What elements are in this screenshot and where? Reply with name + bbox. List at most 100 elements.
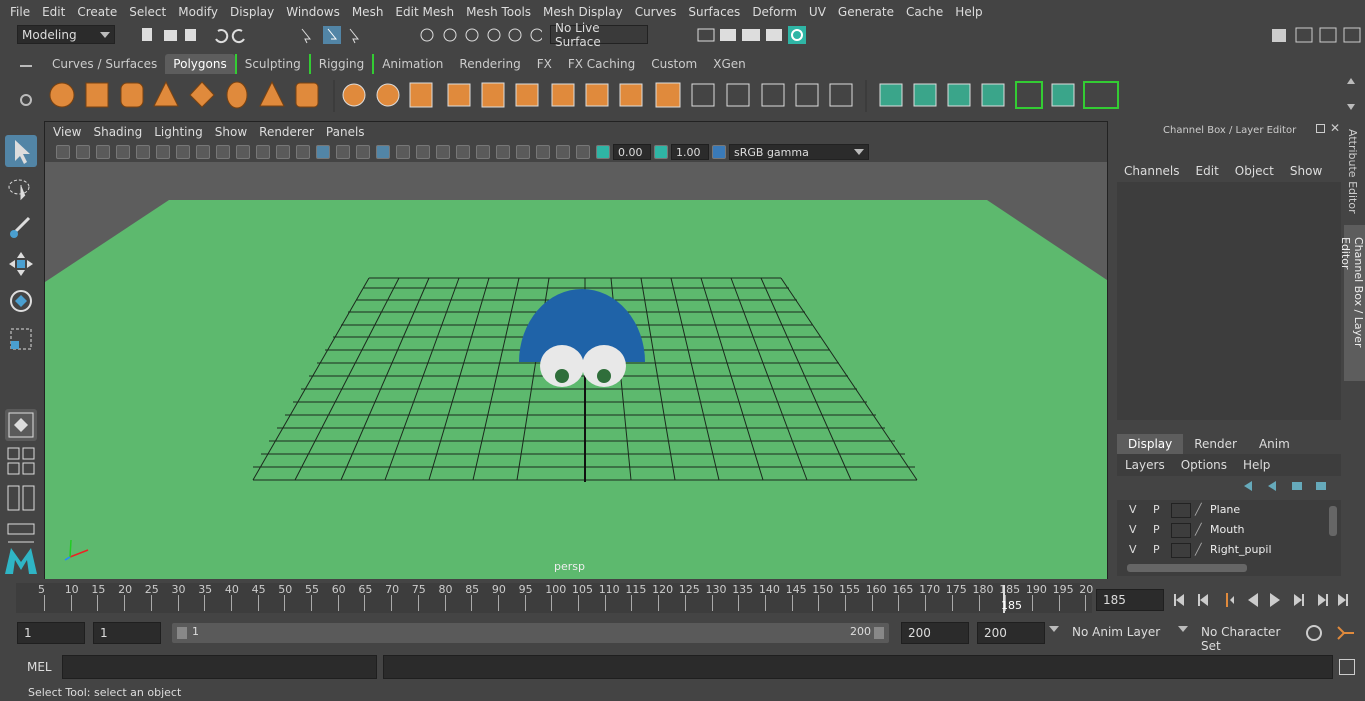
channel-box-tab[interactable]: Channel Box / Layer Editor [1339, 225, 1365, 381]
default-material-icon[interactable] [336, 145, 350, 159]
shadows-icon[interactable] [416, 145, 430, 159]
vp-menu-shading[interactable]: Shading [89, 125, 150, 139]
xray-icon[interactable] [536, 145, 550, 159]
layer-scrollbar[interactable] [1329, 506, 1337, 536]
panel-toggle-icons[interactable] [1270, 26, 1365, 44]
tab-rendering[interactable]: Rendering [451, 54, 528, 74]
layer-color-swatch[interactable] [1171, 543, 1191, 558]
move-tool-button[interactable] [5, 248, 37, 280]
four-view-layout-button[interactable] [5, 445, 37, 477]
viewport-canvas[interactable]: persp [45, 162, 1107, 579]
color-management-icon[interactable] [712, 145, 726, 159]
gate-mask-icon[interactable] [236, 145, 250, 159]
layer-row[interactable]: V P ╱ Right_pupil [1123, 542, 1321, 560]
chevron-down-icon[interactable] [1049, 626, 1059, 632]
menu-edit-mesh[interactable]: Edit Mesh [389, 5, 460, 19]
layer-color-swatch[interactable] [1171, 503, 1191, 518]
gamma-icon[interactable] [654, 145, 668, 159]
image-plane-icon[interactable] [116, 145, 130, 159]
single-layout-button[interactable] [5, 409, 37, 441]
layer-action-icons[interactable] [1240, 478, 1340, 494]
time-slider[interactable]: 5 10 15 20 25 30 35 40 45 50 55 60 65 70 75 80 85 90 95 100… [0, 581, 1365, 617]
render-icons[interactable] [680, 26, 820, 44]
cb-menu-edit[interactable]: Edit [1188, 164, 1227, 178]
two-pane-layout-button[interactable] [5, 482, 37, 514]
tab-fx-caching[interactable]: FX Caching [560, 54, 643, 74]
tab-animation[interactable]: Animation [374, 54, 451, 74]
tab-fx[interactable]: FX [529, 54, 560, 74]
layer-menu-layers[interactable]: Layers [1117, 458, 1173, 472]
exposure-icon[interactable] [596, 145, 610, 159]
float-icon[interactable] [1316, 124, 1325, 133]
wireframe-icon[interactable] [296, 145, 310, 159]
tab-curves-surfaces[interactable]: Curves / Surfaces [44, 54, 165, 74]
polygon-shelf-icons[interactable] [44, 74, 1365, 118]
menu-windows[interactable]: Windows [280, 5, 346, 19]
mel-result-field[interactable] [383, 655, 1333, 679]
mel-input[interactable] [62, 655, 377, 679]
rotate-tool-button[interactable] [5, 285, 37, 317]
script-editor-icon[interactable] [1339, 659, 1355, 675]
select-tool-button[interactable] [5, 135, 37, 167]
channel-list[interactable] [1117, 182, 1341, 420]
safe-action-icon[interactable] [276, 145, 290, 159]
layer-visible-toggle[interactable]: V [1129, 523, 1137, 536]
playback-end-field[interactable]: 200 [901, 622, 969, 644]
film-gate-icon[interactable] [196, 145, 210, 159]
menu-file[interactable]: File [4, 5, 36, 19]
tab-rigging[interactable]: Rigging [311, 54, 375, 74]
tab-polygons[interactable]: Polygons [165, 54, 235, 74]
tab-xgen[interactable]: XGen [705, 54, 754, 74]
cb-menu-channels[interactable]: Channels [1110, 164, 1188, 178]
layer-playback-toggle[interactable]: P [1153, 503, 1160, 516]
screen-space-ao-icon[interactable] [436, 145, 450, 159]
camera-icon[interactable] [56, 145, 70, 159]
layer-playback-toggle[interactable]: P [1153, 543, 1160, 556]
tab-anim[interactable]: Anim [1248, 434, 1301, 454]
field-chart-icon[interactable] [256, 145, 270, 159]
menu-generate[interactable]: Generate [832, 5, 900, 19]
camera-attr-icon[interactable] [76, 145, 90, 159]
gamma-field[interactable]: 1.00 [671, 144, 709, 160]
paint-select-tool-button[interactable] [5, 210, 37, 242]
layer-playback-toggle[interactable]: P [1153, 523, 1160, 536]
use-all-lights-icon[interactable] [396, 145, 410, 159]
cb-menu-object[interactable]: Object [1227, 164, 1282, 178]
menu-help[interactable]: Help [949, 5, 988, 19]
mel-label[interactable]: MEL [27, 660, 52, 674]
tab-sculpting[interactable]: Sculpting [234, 54, 311, 74]
cb-menu-show[interactable]: Show [1282, 164, 1330, 178]
playback-controls[interactable] [1170, 590, 1360, 610]
layer-name[interactable]: Mouth [1210, 523, 1244, 536]
menu-surfaces[interactable]: Surfaces [682, 5, 746, 19]
layer-visible-toggle[interactable]: V [1129, 543, 1137, 556]
color-space-selector[interactable]: sRGB gamma [729, 144, 869, 160]
anim-end-field[interactable]: 200 [977, 622, 1045, 644]
menu-mesh-tools[interactable]: Mesh Tools [460, 5, 537, 19]
resolution-gate-icon[interactable] [216, 145, 230, 159]
layer-name[interactable]: Right_pupil [1210, 543, 1272, 556]
menu-create[interactable]: Create [71, 5, 123, 19]
grease-pencil-icon[interactable] [156, 145, 170, 159]
2d-pan-icon[interactable] [136, 145, 150, 159]
vp-menu-lighting[interactable]: Lighting [150, 125, 211, 139]
range-extra-icons[interactable] [1304, 623, 1364, 643]
layer-color-swatch[interactable] [1171, 523, 1191, 538]
anti-aliasing-icon[interactable] [476, 145, 490, 159]
menu-select[interactable]: Select [123, 5, 172, 19]
chevron-down-icon[interactable] [1178, 626, 1188, 632]
vp-menu-view[interactable]: View [49, 125, 89, 139]
tab-display[interactable]: Display [1117, 434, 1184, 454]
grid-icon[interactable] [176, 145, 190, 159]
range-handle-right[interactable] [874, 627, 884, 639]
scene-render[interactable] [45, 162, 1107, 579]
timeline-ruler[interactable]: 5 10 15 20 25 30 35 40 45 50 55 60 65 70 75 80 85 90 95 100… [16, 583, 1093, 613]
menu-display[interactable]: Display [224, 5, 280, 19]
depth-of-field-icon[interactable] [496, 145, 510, 159]
attribute-editor-tab[interactable]: Attribute Editor [1346, 129, 1359, 214]
menu-cache[interactable]: Cache [900, 5, 949, 19]
range-slider-bar[interactable]: 1 200 [172, 623, 889, 643]
range-handle-left[interactable] [177, 627, 187, 639]
xray-active-icon[interactable] [576, 145, 590, 159]
layer-name[interactable]: Plane [1210, 503, 1240, 516]
